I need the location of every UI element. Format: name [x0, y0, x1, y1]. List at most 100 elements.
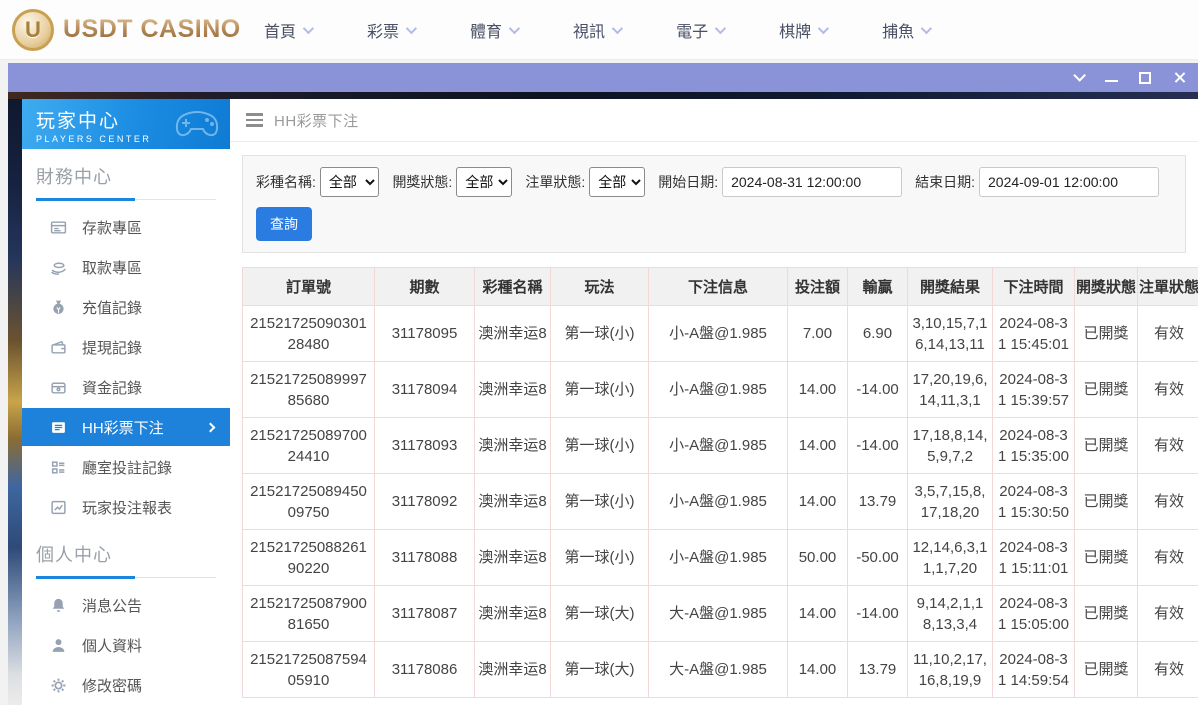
nav-item-sports[interactable]: 體育	[470, 18, 521, 42]
sidebar-item-label: 資金記錄	[82, 379, 143, 397]
cell-draw-status: 已開獎	[1074, 529, 1138, 586]
column-header: 投注額	[787, 267, 848, 306]
cell-bet-status: 有效	[1137, 641, 1198, 698]
sidebar-item-withdraw-record[interactable]: 提現記錄	[22, 327, 230, 367]
lottery-name-select[interactable]: 全部	[319, 167, 380, 197]
nav-item-home[interactable]: 首頁	[264, 18, 315, 42]
sidebar-item-label: 個人資料	[82, 637, 143, 655]
sidebar-item-hall-bet-record[interactable]: 廳室投註記錄	[22, 447, 230, 487]
cell-play-type: 第一球(小)	[550, 417, 649, 474]
start-date-input[interactable]	[722, 167, 903, 197]
sidebar-items-personal: 消息公告 個人資料 修改密碼	[22, 579, 230, 705]
cell-order-number: 2152172509030128480	[242, 305, 375, 362]
sidebar-item-player-report[interactable]: 玩家投注報表	[22, 487, 230, 527]
sidebar-item-change-password[interactable]: 修改密碼	[22, 665, 230, 705]
column-header: 下注時間	[992, 267, 1075, 306]
cell-play-type: 第一球(大)	[550, 585, 649, 642]
cell-play-type: 第一球(小)	[550, 473, 649, 530]
maximize-button[interactable]	[1138, 71, 1152, 85]
column-header: 訂單號	[242, 267, 375, 306]
cell-period: 31178094	[374, 361, 475, 418]
chevron-down-icon	[920, 22, 933, 34]
cell-bet-info: 大-A盤@1.985	[648, 585, 788, 642]
cell-bet-amount: 7.00	[787, 305, 848, 362]
bets-table: 訂單號 期數 彩種名稱 玩法 下注信息 投注額 輸贏 開獎結果 下注時間 開獎狀態 注單狀態 215…	[242, 267, 1198, 698]
nav-item-label: 彩票	[367, 23, 400, 41]
sidebar-item-label: 充值記錄	[82, 299, 143, 317]
chevron-down-icon	[302, 22, 315, 34]
draw-status-select[interactable]: 全部	[456, 167, 513, 197]
cell-bet-status: 有效	[1137, 529, 1198, 586]
cell-draw-status: 已開獎	[1074, 585, 1138, 642]
brand-logo[interactable]: U USDT CASINO	[0, 8, 250, 51]
table-row: 2152172508999785680 31178094 澳洲幸运8 第一球(小…	[242, 361, 1198, 418]
sidebar-item-profile[interactable]: 個人資料	[22, 625, 230, 665]
hall-bet-record-icon	[51, 460, 65, 474]
cell-draw-result: 11,10,2,17,16,8,19,9	[907, 641, 993, 698]
recharge-record-icon	[53, 300, 64, 314]
nav-item-label: 首頁	[264, 23, 297, 41]
sidebar-item-deposit[interactable]: 存款專區	[22, 207, 230, 247]
search-button[interactable]: 查詢	[256, 207, 312, 241]
table-row: 2152172508970024410 31178093 澳洲幸运8 第一球(小…	[242, 417, 1198, 474]
table-row: 2152172509030128480 31178095 澳洲幸运8 第一球(小…	[242, 305, 1198, 362]
column-header: 下注信息	[648, 267, 788, 306]
player-center-window: 玩家中心 PLAYERS CENTER 財務中心 存款專區 取款專區 充值記錄 …	[8, 63, 1198, 705]
chevron-right-icon	[205, 422, 216, 432]
cell-bet-time: 2024-08-31 15:39:57	[992, 361, 1075, 418]
cell-lottery-name: 澳洲幸运8	[474, 305, 551, 362]
column-header: 開獎狀態	[1074, 267, 1138, 306]
menu-toggle-icon[interactable]	[246, 113, 263, 127]
collapse-button[interactable]	[1070, 69, 1086, 85]
player-report-icon	[51, 500, 66, 514]
section-divider	[36, 576, 216, 579]
table-row: 2152172508759405910 31178086 澳洲幸运8 第一球(大…	[242, 641, 1198, 698]
nav-item-label: 電子	[676, 23, 709, 41]
sidebar-item-recharge-record[interactable]: 充值記錄	[22, 287, 230, 327]
nav-item-slots[interactable]: 電子	[676, 18, 727, 42]
cell-order-number: 2152172508945009750	[242, 473, 375, 530]
nav-item-fishing[interactable]: 捕魚	[882, 18, 933, 42]
bet-status-select[interactable]: 全部	[589, 167, 646, 197]
filter-panel: 彩種名稱: 全部 開獎狀態: 全部 注單狀態: 全部 開始日期: 結束日期:	[242, 155, 1186, 253]
column-header: 輸贏	[847, 267, 908, 306]
cell-draw-result: 9,14,2,1,18,13,3,4	[907, 585, 993, 642]
sidebar-item-withdraw[interactable]: 取款專區	[22, 247, 230, 287]
cell-bet-status: 有效	[1137, 361, 1198, 418]
gamepad-icon	[175, 111, 219, 137]
minimize-button[interactable]	[1104, 71, 1118, 85]
cell-bet-time: 2024-08-31 15:35:00	[992, 417, 1075, 474]
brand-name: USDT CASINO	[63, 15, 241, 43]
nav-item-label: 體育	[470, 23, 503, 41]
funds-record-icon	[51, 382, 66, 394]
sidebar-item-label: 廳室投註記錄	[82, 459, 173, 477]
page-header: HH彩票下注	[230, 99, 1198, 142]
sidebar-item-announcements[interactable]: 消息公告	[22, 585, 230, 625]
nav-item-cards[interactable]: 棋牌	[779, 18, 830, 42]
cell-bet-info: 小-A盤@1.985	[648, 417, 788, 474]
nav-item-label: 捕魚	[882, 23, 915, 41]
end-date-input[interactable]	[979, 167, 1159, 197]
sidebar-item-hh-lottery-bets[interactable]: HH彩票下注	[22, 408, 230, 446]
cell-order-number: 2152172508999785680	[242, 361, 375, 418]
cell-order-number: 2152172508790081650	[242, 585, 375, 642]
cell-bet-status: 有效	[1137, 473, 1198, 530]
cell-draw-result: 3,5,7,15,8,17,18,20	[907, 473, 993, 530]
cell-bet-amount: 14.00	[787, 361, 848, 418]
nav-item-live[interactable]: 視訊	[573, 18, 624, 42]
cell-play-type: 第一球(小)	[550, 305, 649, 362]
cell-draw-result: 12,14,6,3,11,1,7,20	[907, 529, 993, 586]
gear-icon	[51, 678, 66, 692]
sidebar-item-label: 取款專區	[82, 259, 143, 277]
section-divider	[36, 198, 216, 201]
nav-item-lottery[interactable]: 彩票	[367, 18, 418, 42]
cell-win-loss: 13.79	[847, 473, 908, 530]
table-header: 訂單號 期數 彩種名稱 玩法 下注信息 投注額 輸贏 開獎結果 下注時間 開獎狀態 注單狀態	[242, 267, 1198, 306]
cell-draw-status: 已開獎	[1074, 641, 1138, 698]
close-button[interactable]	[1172, 71, 1186, 85]
cell-period: 31178086	[374, 641, 475, 698]
sidebar-item-funds-record[interactable]: 資金記錄	[22, 367, 230, 407]
background-art-top	[8, 92, 1198, 99]
column-header: 開獎結果	[907, 267, 993, 306]
maximize-icon	[1139, 71, 1151, 84]
